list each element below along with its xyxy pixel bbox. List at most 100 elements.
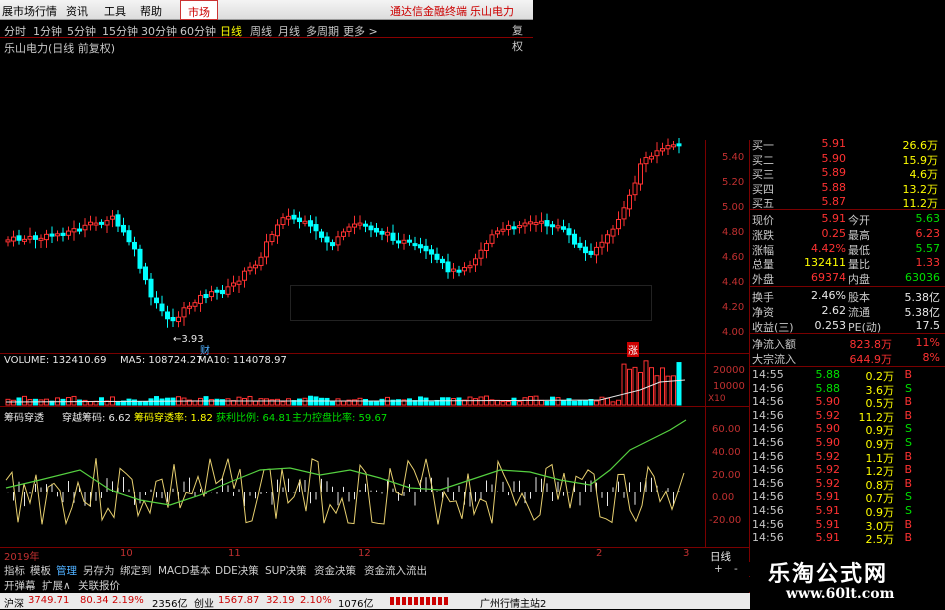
candle-body [478, 249, 484, 259]
candle-body [506, 224, 511, 231]
volume-bar [143, 401, 148, 406]
price-tick: 4.20 [722, 302, 745, 313]
flow-percent: 11% [915, 336, 940, 349]
separator [750, 366, 945, 367]
volume-bar [368, 400, 374, 406]
indicator-item: 穿越筹码: 6.62 [62, 413, 131, 424]
tab-fund[interactable]: 资金决策 [314, 563, 356, 578]
tick-direction: B [904, 463, 912, 477]
indicator-item: 筹码穿透率: 1.82 [134, 413, 213, 424]
candle-body [121, 224, 126, 233]
indicator-name[interactable]: 筹码穿透 [4, 409, 44, 424]
indicator-tick: 20.00 [712, 470, 741, 481]
candle-body [484, 243, 489, 252]
indicator-tick: 0.00 [712, 492, 735, 503]
candle-body [588, 250, 594, 255]
candle-body [561, 226, 566, 230]
price-tick: 5.40 [722, 152, 745, 163]
volume-unit: X10 [708, 394, 726, 404]
volume-bar [275, 398, 280, 406]
candle-body [368, 225, 374, 231]
volume-bar [473, 398, 478, 406]
volume-bar [539, 399, 544, 406]
stat-value: 2.62 [821, 304, 847, 317]
tab-manage[interactable]: 管理 [56, 563, 77, 578]
axis-divider [705, 140, 706, 548]
danmaku-toggle[interactable]: 开弹幕 [4, 578, 36, 593]
limit-up-marker[interactable]: 涨 [627, 342, 639, 357]
tab-fund-flow[interactable]: 资金流入流出 [364, 563, 427, 578]
candle-body [143, 266, 148, 281]
stat-label: 总量 [752, 258, 774, 272]
watermark-url: www.60lt.com [786, 586, 895, 602]
candlestick-chart[interactable] [0, 0, 705, 548]
volume-bar [550, 396, 555, 406]
candle-body [231, 282, 236, 287]
volume-bar [297, 398, 302, 406]
tab-bind[interactable]: 绑定到 [120, 563, 152, 578]
volume-bar [357, 397, 363, 406]
stat-value: 63036 [905, 271, 940, 285]
candle-body [522, 222, 528, 227]
price-tick: 4.00 [722, 327, 745, 338]
server-name[interactable]: 广州行情主站2 [480, 595, 546, 610]
candle-body [16, 235, 22, 241]
stat-label: 量比 [848, 258, 870, 272]
tab-macd[interactable]: MACD基本 [158, 563, 210, 578]
candle-body [214, 289, 220, 293]
stat-value: 5.57 [915, 241, 941, 255]
tab-dde[interactable]: DDE决策 [215, 563, 259, 578]
tick-direction: S [905, 381, 912, 395]
market-bar-icon [390, 597, 450, 605]
tick-direction: S [905, 504, 912, 517]
volume-bar [363, 398, 368, 406]
tick-time: 14:56 [752, 449, 784, 463]
related-quotes[interactable]: 关联报价 [78, 578, 120, 593]
expand-button[interactable]: 扩展∧ [42, 578, 71, 593]
candle-body [33, 235, 38, 240]
tab-sup[interactable]: SUP决策 [265, 563, 307, 578]
tick-direction: S [905, 490, 912, 504]
hs-label: 沪深 [4, 599, 24, 610]
bid-price: 5.91 [821, 137, 847, 150]
tick-direction: B [904, 395, 912, 409]
candle-body [308, 220, 313, 227]
tab-save-as[interactable]: 另存为 [83, 563, 115, 578]
remove-button[interactable]: - [734, 563, 738, 575]
tab-indicator[interactable]: 指标 [4, 563, 25, 578]
stat-value: 69374 [811, 271, 846, 285]
time-tick: 12 [358, 548, 371, 559]
volume-bar [77, 399, 82, 406]
tick-direction: B [904, 517, 912, 531]
candle-body [654, 150, 660, 157]
candle-body [154, 297, 159, 304]
candle-body [638, 163, 643, 185]
candle-body [247, 266, 253, 272]
tick-direction: S [905, 422, 912, 436]
stat-value: 5.38亿 [904, 291, 941, 304]
volume-bar [242, 397, 247, 406]
volume-bar [126, 398, 132, 406]
candle-body [396, 240, 401, 244]
volume-bar [671, 375, 676, 406]
volume-bar [374, 401, 379, 406]
indicator-item: 主力控盘比率: 59.67 [292, 413, 388, 424]
indicator-item: 获利比例: 64.81 [216, 413, 292, 424]
candle-body [22, 238, 27, 242]
candle-body [66, 230, 71, 236]
candle-body [225, 286, 231, 295]
add-button[interactable]: + [714, 563, 723, 575]
volume-bar [660, 367, 665, 406]
tab-template[interactable]: 模板 [30, 563, 51, 578]
volume-bar [544, 400, 550, 406]
candle-body [93, 222, 99, 226]
volume-bar [407, 398, 412, 406]
volume-bar [643, 360, 649, 406]
volume-bar [605, 397, 610, 406]
stat-label: 今开 [848, 214, 870, 227]
candle-body [528, 221, 533, 225]
candle-body [566, 228, 572, 236]
candle-body [181, 307, 187, 318]
candle-body [11, 236, 16, 242]
candle-body [385, 231, 390, 236]
